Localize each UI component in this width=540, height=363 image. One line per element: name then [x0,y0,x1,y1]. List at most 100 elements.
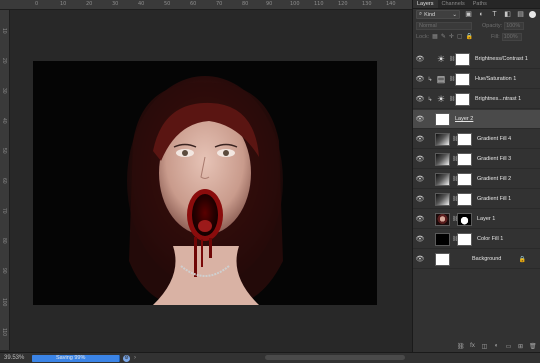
document-canvas-area[interactable] [11,11,412,350]
lock-transparency-icon[interactable]: ▦ [432,33,438,40]
chevron-right-icon[interactable]: › [134,355,136,361]
layer-row[interactable]: 👁 ☀ ⛓ Brightness/Contrast 1 [413,50,540,69]
layer-row-selected[interactable]: 👁 Layer 2 [413,110,540,129]
layer-mask-thumbnail[interactable] [457,172,472,186]
eye-icon[interactable]: 👁 [415,115,425,123]
tab-channels[interactable]: Channels [438,0,469,8]
adjustment-layer-icon[interactable]: ◐ [493,343,500,349]
gradient-thumbnail[interactable] [435,192,450,206]
eye-icon[interactable]: 👁 [415,255,425,263]
layer-name[interactable]: Color Fill 1 [477,236,503,242]
eye-icon[interactable]: 👁 [415,75,425,83]
top-ruler[interactable]: 0 10 20 30 40 50 60 70 80 90 100 110 120… [0,0,412,10]
ruler-tick: 60 [190,1,197,7]
ruler-tick: 70 [1,208,7,214]
gradient-thumbnail[interactable] [435,152,450,166]
layer-name[interactable]: Brightnes...ntrast 1 [475,96,521,102]
layer-thumbnail[interactable] [435,112,450,126]
link-icon[interactable]: ⛓ [449,56,455,62]
lock-position-icon[interactable]: ✛ [449,33,454,40]
layer-mask-thumbnail[interactable] [455,92,470,106]
eye-icon[interactable]: 👁 [415,235,425,243]
layer-row[interactable]: 👁 ↳ ☀ ⛓ Brightnes...ntrast 1 [413,90,540,109]
blend-mode-dropdown[interactable]: Normal [416,21,472,30]
ruler-tick: 90 [1,268,7,274]
link-icon[interactable]: ⛓ [452,216,458,222]
artboard-image[interactable] [33,61,377,305]
layer-thumbnail[interactable] [435,252,450,266]
eye-icon[interactable]: 👁 [415,175,425,183]
layer-mask-thumbnail[interactable] [457,152,472,166]
eye-icon[interactable]: 👁 [415,215,425,223]
layer-name[interactable]: Gradient Fill 3 [477,156,511,162]
eye-icon[interactable]: 👁 [415,55,425,63]
link-icon[interactable]: ⛓ [452,136,458,142]
opacity-field[interactable]: 100% [504,21,525,30]
layer-mask-thumbnail[interactable] [457,232,472,246]
fill-field[interactable]: 100% [501,32,522,41]
filter-toggle[interactable] [529,11,536,18]
layer-row[interactable]: 👁 ⛓ Color Fill 1 [413,230,540,249]
add-mask-icon[interactable]: ◫ [481,343,488,350]
horizontal-scrollbar[interactable] [265,355,405,360]
link-icon[interactable]: ⛓ [452,236,458,242]
layer-row[interactable]: 👁 ⛓ Gradient Fill 2 [413,170,540,189]
ruler-tick: 50 [164,1,171,7]
layer-mask-thumbnail[interactable] [457,192,472,206]
trash-icon[interactable]: 🗑 [529,343,537,350]
link-icon[interactable]: ⛓ [452,176,458,182]
smart-object-filter-icon[interactable]: ▤ [516,10,525,19]
new-group-icon[interactable]: ▭ [505,343,512,350]
link-icon[interactable]: ⛓ [452,156,458,162]
ruler-tick: 20 [1,58,7,64]
layer-row[interactable]: 👁 ⛓ Gradient Fill 3 [413,150,540,169]
fx-icon[interactable]: fx [469,343,476,349]
gradient-thumbnail[interactable] [435,172,450,186]
layer-row[interactable]: 👁 ⛓ Layer 1 [413,210,540,229]
new-layer-icon[interactable]: ⊞ [517,343,524,350]
lock-all-icon[interactable]: 🔒 [466,33,473,40]
layer-mask-thumbnail[interactable] [455,52,470,66]
link-icon[interactable]: ⛓ [449,76,455,82]
layer-name[interactable]: Gradient Fill 1 [477,196,511,202]
gradient-thumbnail[interactable] [435,132,450,146]
layer-name[interactable]: Gradient Fill 4 [477,136,511,142]
pixel-filter-icon[interactable]: ▣ [464,10,473,19]
shape-filter-icon[interactable]: ◧ [503,10,512,19]
eye-icon[interactable]: 👁 [415,135,425,143]
link-icon[interactable]: ⛓ [452,196,458,202]
layer-row[interactable]: 👁 ↳ ▤ ⛓ Hue/Saturation 1 [413,70,540,89]
layer-row[interactable]: 👁 ⛓ Gradient Fill 4 [413,130,540,149]
layer-name[interactable]: Layer 1 [477,216,495,222]
zoom-level[interactable]: 39.53% [4,355,30,361]
tab-layers[interactable]: Layers [413,0,438,8]
layer-name[interactable]: Layer 2 [455,116,473,122]
eye-icon[interactable]: 👁 [415,155,425,163]
link-icon[interactable]: ⛓ [449,96,455,102]
type-filter-icon[interactable]: T [490,10,499,19]
lock-icon[interactable]: 🔒 [519,256,526,263]
saving-status-text: Saving 99% [56,354,86,361]
layer-name[interactable]: Brightness/Contrast 1 [475,56,528,62]
left-ruler[interactable]: 10 20 30 40 50 60 70 80 90 100 110 [0,10,10,350]
lock-artboard-icon[interactable]: ▢ [457,33,463,40]
layer-name[interactable]: Gradient Fill 2 [477,176,511,182]
lock-pixels-icon[interactable]: ✎ [441,33,446,40]
layer-row[interactable]: 👁 Background 🔒 [413,250,540,269]
layer-name[interactable]: Hue/Saturation 1 [475,76,516,82]
layer-row[interactable]: 👁 ⛓ Gradient Fill 1 [413,190,540,209]
layer-mask-thumbnail[interactable] [457,132,472,146]
layer-mask-thumbnail[interactable] [455,72,470,86]
link-layers-icon[interactable]: ⛓ [457,343,465,350]
photo-thumbnail[interactable] [435,212,450,226]
ruler-tick: 80 [242,1,249,7]
color-fill-thumbnail[interactable] [435,232,450,246]
kind-filter-dropdown[interactable]: ⌕ Kind ⌄ [416,10,460,19]
gear-icon[interactable]: ⚙ [123,354,130,362]
eye-icon[interactable]: 👁 [415,195,425,203]
eye-icon[interactable]: 👁 [415,95,425,103]
layer-name[interactable]: Background [472,256,501,262]
tab-paths[interactable]: Paths [469,0,491,8]
adjustment-filter-icon[interactable]: ◐ [477,10,486,19]
layer-mask-thumbnail[interactable] [457,212,472,226]
